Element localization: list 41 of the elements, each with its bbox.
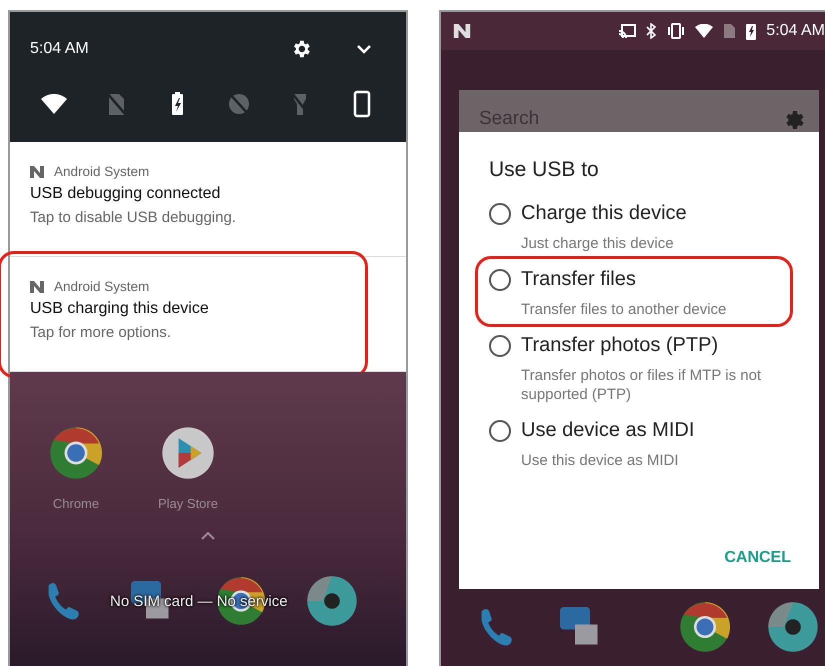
option-label: Use device as MIDI <box>521 419 694 442</box>
bluetooth-icon <box>645 23 658 39</box>
n-logo-icon <box>30 166 44 178</box>
option-description: Use this device as MIDI <box>521 451 680 470</box>
cast-icon <box>618 23 636 39</box>
notification-text: Tap for more options. <box>30 324 172 341</box>
radio-button[interactable] <box>489 269 511 291</box>
chrome-logo-icon[interactable] <box>49 426 103 480</box>
radio-button[interactable] <box>489 335 511 357</box>
n-logo-icon <box>453 24 471 38</box>
camera-icon[interactable] <box>306 575 358 627</box>
camera-icon[interactable] <box>767 601 819 653</box>
option-label: Charge this device <box>521 202 687 225</box>
option-description: Just charge this device <box>521 234 675 253</box>
option-description: Transfer photos or files if MTP is not supported (PTP) <box>521 366 762 404</box>
vibrate-icon <box>666 23 686 39</box>
option-description: Transfer files to another device <box>521 300 726 319</box>
notification-text: Tap to disable USB debugging. <box>30 209 237 226</box>
battery-icon <box>745 22 758 40</box>
chevron-down-icon[interactable] <box>356 43 372 55</box>
n-logo-icon <box>30 280 44 292</box>
chevron-up-icon[interactable] <box>200 531 216 541</box>
notification-title: USB charging this device <box>30 300 210 318</box>
sim-card-icon <box>722 23 736 39</box>
radio-button[interactable] <box>489 203 511 225</box>
play-store-icon[interactable] <box>161 426 215 480</box>
option-label: Transfer photos (PTP) <box>521 334 720 357</box>
app-label: Play Store <box>158 496 218 511</box>
dialog-title: Use USB to <box>489 158 600 182</box>
clock-text: 5:04 AM <box>30 40 89 58</box>
app-name: Android System <box>54 164 150 179</box>
option-label: Transfer files <box>521 268 637 291</box>
app-name: Android System <box>54 279 150 294</box>
radio-button[interactable] <box>489 420 511 442</box>
clock-text: 5:04 AM <box>766 22 825 40</box>
notification-card[interactable]: Android System USB debugging connected Tap to disable USB debugging. <box>10 142 406 257</box>
wifi-icon <box>695 24 714 38</box>
chrome-logo-icon[interactable] <box>679 601 731 653</box>
notification-card[interactable]: Android System USB charging this device Tap for more options. <box>10 257 406 372</box>
notification-title: USB debugging connected <box>30 185 222 203</box>
app-label: Chrome <box>52 496 100 511</box>
